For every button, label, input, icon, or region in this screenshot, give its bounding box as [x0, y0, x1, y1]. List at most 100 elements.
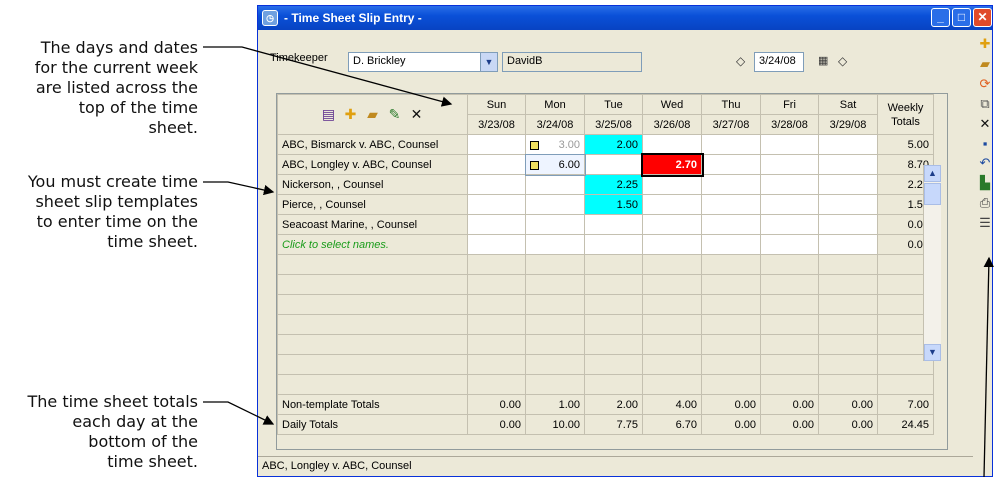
time-cell[interactable] — [760, 234, 819, 255]
callout-line: bottom of the — [88, 432, 198, 451]
close-button[interactable]: ✕ — [973, 8, 992, 27]
timekeeper-combo[interactable]: D. Brickley ▼ — [348, 52, 498, 72]
time-value: 6.00 — [558, 158, 580, 171]
next-date-icon[interactable]: ◇ — [838, 54, 847, 68]
scroll-thumb[interactable] — [924, 183, 941, 205]
row-name[interactable]: ABC, Bismarck v. ABC, Counsel — [277, 134, 468, 155]
time-cell[interactable] — [760, 154, 819, 175]
time-cell[interactable] — [584, 214, 643, 235]
timekeeper-label: Timekeeper — [270, 52, 328, 64]
save-icon[interactable]: ▪ — [983, 136, 988, 151]
total-cell: 4.00 — [642, 394, 702, 415]
time-cell[interactable]: 6.00 — [524, 153, 586, 176]
time-cell[interactable] — [701, 234, 761, 255]
time-cell[interactable] — [701, 194, 761, 215]
add-icon[interactable]: ✚ — [980, 36, 991, 52]
scroll-down-icon[interactable]: ▼ — [924, 344, 941, 361]
callout-line: sheet. — [148, 118, 198, 137]
empty-row — [277, 274, 934, 295]
time-cell[interactable] — [760, 194, 819, 215]
time-cell[interactable] — [760, 134, 819, 155]
chevron-down-icon[interactable]: ▼ — [480, 53, 497, 71]
time-cell[interactable] — [701, 174, 761, 195]
table-row[interactable]: Click to select names. 0.00 — [277, 234, 934, 255]
time-cell[interactable] — [701, 214, 761, 235]
table-row[interactable]: Nickerson, , Counsel 2.25 2.25 — [277, 174, 934, 195]
row-name[interactable]: Nickerson, , Counsel — [277, 174, 468, 195]
time-cell[interactable]: 3.00 — [525, 134, 585, 155]
copy-icon[interactable]: ⧉ — [980, 96, 989, 112]
maximize-button[interactable]: □ — [952, 8, 971, 27]
add-icon[interactable]: ✚ — [343, 106, 359, 123]
empty-row — [277, 354, 934, 375]
time-cell[interactable] — [467, 134, 526, 155]
undo-icon[interactable]: ↶ — [980, 155, 991, 171]
time-cell[interactable] — [525, 194, 585, 215]
time-cell[interactable] — [467, 154, 526, 175]
time-cell[interactable] — [642, 214, 702, 235]
table-row[interactable]: ABC, Longley v. ABC, Counsel 6.00 2.70 8… — [277, 152, 934, 177]
table-row[interactable]: Pierce, , Counsel 1.50 1.50 — [277, 194, 934, 215]
edit-icon[interactable]: ✎ — [387, 106, 403, 123]
time-cell[interactable] — [525, 234, 585, 255]
date-header: 3/26/08 — [642, 114, 702, 135]
time-cell[interactable]: 2.00 — [584, 134, 643, 155]
table-row[interactable]: ABC, Bismarck v. ABC, Counsel 3.00 2.00 … — [277, 134, 934, 155]
minimize-button[interactable]: _ — [931, 8, 950, 27]
time-cell[interactable]: 1.50 — [584, 194, 643, 215]
total-cell: 0.00 — [760, 414, 819, 435]
time-cell[interactable] — [818, 194, 878, 215]
list-icon[interactable]: ▤ — [321, 106, 337, 123]
day-header: Tue — [584, 94, 643, 115]
scroll-up-icon[interactable]: ▲ — [924, 165, 941, 182]
empty-row — [277, 314, 934, 335]
time-cell[interactable] — [584, 234, 643, 255]
time-cell[interactable] — [642, 134, 702, 155]
callout-line: time sheet. — [107, 452, 198, 471]
time-cell[interactable] — [701, 134, 761, 155]
time-cell[interactable] — [760, 214, 819, 235]
callout-totals: The time sheet totals each day at the bo… — [27, 392, 198, 472]
time-cell[interactable] — [701, 154, 761, 175]
previous-date-icon[interactable]: ◇ — [736, 54, 745, 68]
time-cell[interactable] — [642, 234, 702, 255]
delete-icon[interactable]: ✕ — [980, 116, 991, 132]
time-cell[interactable] — [467, 234, 526, 255]
table-row[interactable]: Seacoast Marine, , Counsel 0.00 — [277, 214, 934, 235]
callout-line: for the current week — [34, 58, 198, 77]
time-cell[interactable] — [467, 174, 526, 195]
time-cell[interactable] — [760, 174, 819, 195]
time-cell[interactable] — [584, 154, 643, 175]
day-header: Thu — [701, 94, 761, 115]
time-cell[interactable] — [818, 214, 878, 235]
total-cell: 0.00 — [818, 414, 878, 435]
report-icon[interactable]: ▙ — [980, 175, 990, 191]
selected-time-cell[interactable]: 2.70 — [640, 152, 704, 177]
row-name[interactable]: Pierce, , Counsel — [277, 194, 468, 215]
time-cell[interactable] — [818, 174, 878, 195]
refresh-icon[interactable]: ⟳ — [980, 76, 991, 92]
time-cell[interactable] — [818, 134, 878, 155]
time-cell[interactable]: 2.25 — [584, 174, 643, 195]
row-name[interactable]: Seacoast Marine, , Counsel — [277, 214, 468, 235]
vertical-scrollbar[interactable]: ▲ ▼ — [923, 165, 941, 361]
title-bar[interactable]: ◷ - Time Sheet Slip Entry - _ □ ✕ — [258, 6, 992, 30]
date-input[interactable]: 3/24/08 — [754, 52, 804, 72]
grand-total-cell: 7.00 — [877, 394, 934, 415]
time-cell[interactable] — [467, 194, 526, 215]
time-cell[interactable] — [642, 174, 702, 195]
print-icon[interactable]: ⎙ — [980, 195, 990, 211]
time-cell[interactable] — [642, 194, 702, 215]
time-cell[interactable] — [818, 234, 878, 255]
row-name[interactable]: ABC, Longley v. ABC, Counsel — [277, 154, 468, 175]
time-cell[interactable] — [525, 174, 585, 195]
calendar-icon[interactable]: ▦ — [818, 54, 828, 67]
time-cell[interactable] — [467, 214, 526, 235]
time-cell[interactable] — [525, 214, 585, 235]
delete-icon[interactable]: ✕ — [409, 106, 425, 123]
list-icon[interactable]: ☰ — [979, 215, 991, 231]
select-names-link[interactable]: Click to select names. — [277, 234, 468, 255]
time-cell[interactable] — [818, 154, 878, 175]
open-folder-icon[interactable]: ▰ — [365, 106, 381, 123]
open-folder-icon[interactable]: ▰ — [980, 56, 990, 72]
